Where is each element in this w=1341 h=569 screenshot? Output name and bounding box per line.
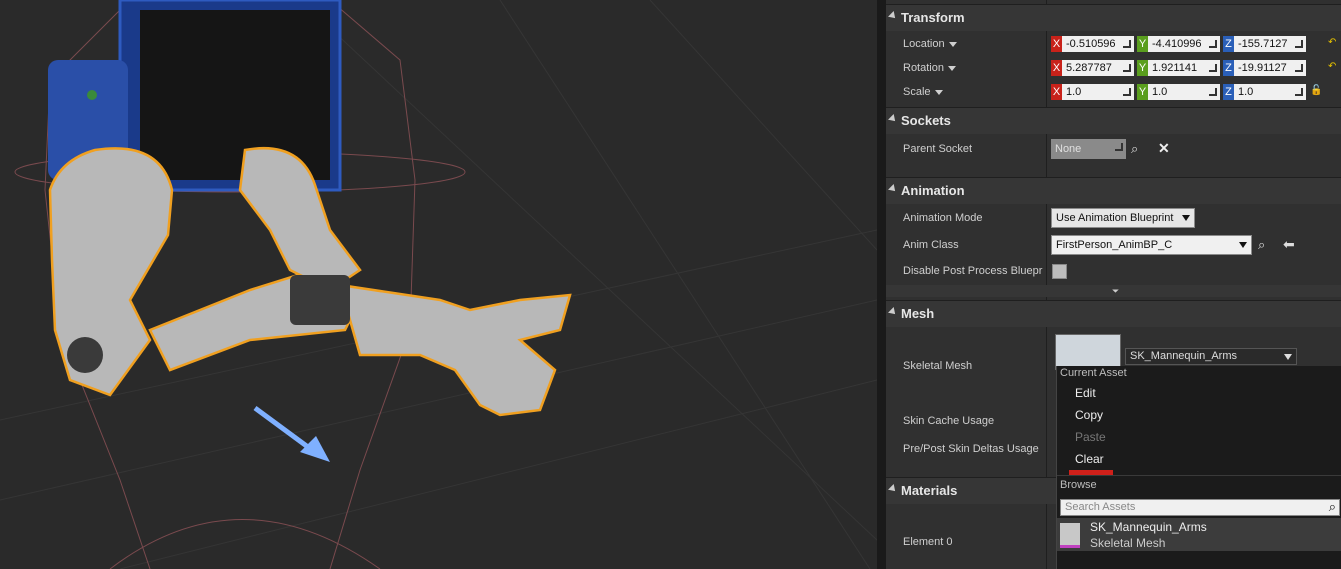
skin-deltas-label: Pre/Post Skin Deltas Usage — [903, 443, 1039, 455]
section-title: Animation — [901, 183, 965, 198]
scale-z-field[interactable]: 1.0 — [1234, 84, 1306, 100]
section-title: Sockets — [901, 113, 951, 128]
axis-x-label: X — [1051, 60, 1062, 76]
anim-class-dropdown[interactable]: FirstPerson_AnimBP_C — [1051, 235, 1252, 255]
axis-x-label: X — [1051, 84, 1062, 100]
location-row: Location X -0.510596 Y -4.410996 Z -155.… — [886, 35, 1341, 59]
chevron-down-icon — [1182, 215, 1190, 221]
section-title: Mesh — [901, 306, 935, 321]
axis-y-label: Y — [1137, 84, 1148, 100]
rotation-y-field[interactable]: 1.921141 — [1148, 60, 1220, 76]
collapse-arrow-icon[interactable] — [888, 11, 898, 21]
advanced-expander[interactable]: ⏷ — [886, 285, 1341, 297]
axis-z-label: Z — [1223, 36, 1234, 52]
section-sockets[interactable]: Sockets — [886, 107, 1341, 134]
animation-mode-row: Animation Mode Use Animation Blueprint — [886, 208, 1341, 232]
asset-type: Skeletal Mesh — [1090, 536, 1166, 550]
animation-mode-dropdown[interactable]: Use Animation Blueprint — [1051, 208, 1195, 228]
asset-context-menu: Current Asset Edit Copy Paste Clear Brow… — [1056, 366, 1341, 569]
chevron-down-icon — [948, 41, 957, 47]
asset-thumbnail[interactable] — [1055, 334, 1121, 370]
panel-splitter[interactable] — [877, 0, 886, 569]
menu-item-edit[interactable]: Edit — [1075, 386, 1096, 400]
scale-x-field[interactable]: 1.0 — [1062, 84, 1134, 100]
section-animation[interactable]: Animation — [886, 177, 1341, 204]
asset-name: SK_Mannequin_Arms — [1090, 520, 1207, 534]
transform-arrow-gizmo — [253, 405, 330, 462]
rotation-z-field[interactable]: -19.91127 — [1234, 60, 1306, 76]
axis-z-label: Z — [1223, 60, 1234, 76]
search-icon: ⌕ — [1328, 499, 1336, 514]
search-icon[interactable]: ⌕ — [1131, 141, 1138, 157]
level-viewport[interactable] — [0, 0, 877, 569]
disable-post-process-row: Disable Post Process Blueprint — [886, 261, 1341, 285]
current-asset-header: Current Asset — [1060, 367, 1127, 379]
anim-class-row: Anim Class FirstPerson_AnimBP_C ⌕ ⬅ — [886, 235, 1341, 259]
parent-socket-row: Parent Socket None ⌕ ✕ — [886, 139, 1341, 163]
location-label[interactable]: Location — [903, 38, 957, 50]
axis-x-label: X — [1051, 36, 1062, 52]
collapse-arrow-icon[interactable] — [888, 184, 898, 194]
location-x-field[interactable]: -0.510596 — [1062, 36, 1134, 52]
scale-row: Scale X 1.0 Y 1.0 Z 1.0 🔓 — [886, 83, 1341, 107]
chevron-down-icon — [1239, 242, 1247, 248]
scale-label[interactable]: Scale — [903, 86, 943, 98]
animation-mode-label: Animation Mode — [903, 212, 983, 224]
section-mesh[interactable]: Mesh — [886, 300, 1341, 327]
axis-y-label: Y — [1137, 36, 1148, 52]
skeletal-mesh-label: Skeletal Mesh — [903, 360, 973, 372]
section-title: Transform — [901, 10, 965, 25]
rotation-row: Rotation X 5.287787 Y 1.921141 Z -19.911… — [886, 59, 1341, 83]
collapse-arrow-icon[interactable] — [888, 114, 898, 124]
arrow-left-icon[interactable]: ⬅ — [1283, 236, 1295, 253]
location-y-field[interactable]: -4.410996 — [1148, 36, 1220, 52]
section-title: Materials — [901, 483, 958, 498]
scale-y-field[interactable]: 1.0 — [1148, 84, 1220, 100]
reset-arrow-icon[interactable]: ↶ — [1328, 37, 1336, 48]
search-icon[interactable]: ⌕ — [1258, 237, 1265, 253]
skeletal-mesh-icon — [1060, 523, 1080, 548]
collapse-arrow-icon[interactable] — [888, 307, 898, 317]
axis-z-label: Z — [1223, 84, 1234, 100]
anim-class-label: Anim Class — [903, 239, 959, 251]
reset-arrow-icon[interactable]: ↶ — [1328, 61, 1336, 72]
lock-icon[interactable]: 🔓 — [1310, 85, 1322, 96]
viewport-scene[interactable] — [0, 0, 877, 569]
disable-post-process-checkbox[interactable] — [1052, 264, 1067, 279]
collapse-arrow-icon[interactable] — [888, 484, 898, 494]
asset-list-item[interactable]: SK_Mannequin_Arms Skeletal Mesh — [1057, 518, 1341, 551]
element0-label: Element 0 — [903, 536, 953, 548]
menu-item-copy[interactable]: Copy — [1075, 408, 1103, 422]
menu-item-clear[interactable]: Clear — [1075, 452, 1104, 466]
clear-icon[interactable]: ✕ — [1158, 140, 1170, 157]
menu-item-paste[interactable]: Paste — [1075, 430, 1106, 444]
search-assets-input[interactable]: Search Assets ⌕ — [1060, 499, 1340, 516]
chevron-down-icon — [947, 65, 956, 71]
rotation-label[interactable]: Rotation — [903, 62, 956, 74]
parent-socket-field[interactable]: None — [1051, 139, 1126, 159]
browse-header: Browse — [1060, 479, 1097, 491]
details-panel: Transform Location X -0.510596 Y -4.4109… — [886, 0, 1341, 569]
skeletal-mesh-dropdown[interactable]: SK_Mannequin_Arms — [1125, 348, 1297, 365]
chevron-down-icon — [1284, 354, 1292, 360]
skin-cache-label: Skin Cache Usage — [903, 415, 995, 427]
expand-down-icon: ⏷ — [1112, 286, 1120, 296]
menu-separator — [1057, 475, 1341, 476]
axis-y-label: Y — [1137, 60, 1148, 76]
chevron-down-icon — [934, 89, 943, 95]
location-z-field[interactable]: -155.7127 — [1234, 36, 1306, 52]
rotation-x-field[interactable]: 5.287787 — [1062, 60, 1134, 76]
section-transform[interactable]: Transform — [886, 4, 1341, 31]
disable-post-process-label: Disable Post Process Blueprint — [903, 265, 1043, 277]
parent-socket-label: Parent Socket — [903, 143, 973, 155]
